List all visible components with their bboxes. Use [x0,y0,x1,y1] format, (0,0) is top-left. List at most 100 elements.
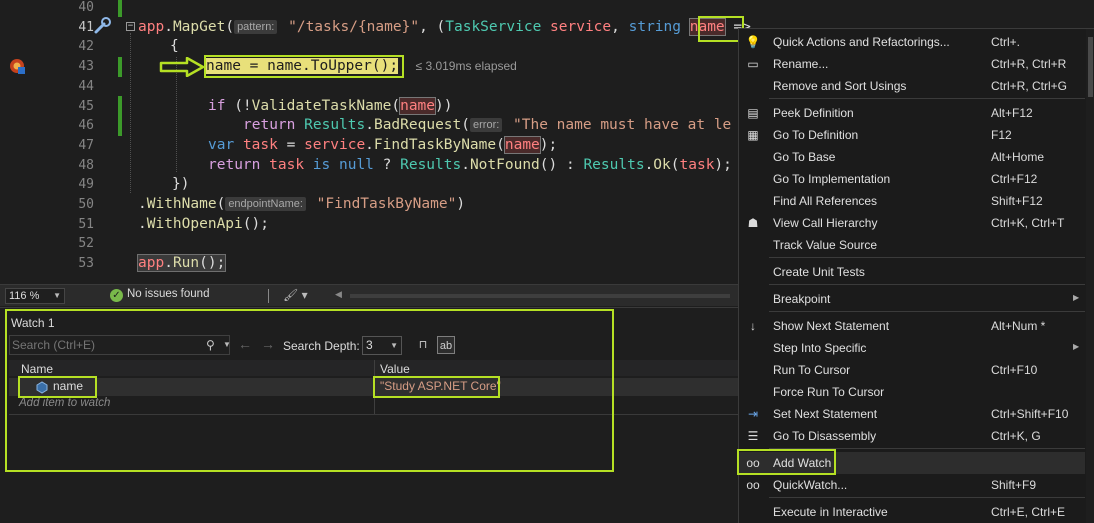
code-token: () : [539,156,584,173]
code-token: FindTaskByName [373,136,497,153]
menu-item-label: Go To Definition [773,128,859,142]
code-line-41[interactable]: app.MapGet(pattern: "/tasks/{name}", (Ta… [138,17,751,38]
menu-item-label: Breakpoint [773,292,831,306]
code-line-50[interactable]: .WithName(endpointName: "FindTaskByName"… [138,195,465,215]
code-token: ( [391,97,401,114]
identifier-reference[interactable]: name [503,135,541,154]
code-token: null [338,156,374,173]
menu-item-step-into-specific[interactable]: Step Into Specific ▶ [739,337,1085,359]
menu-item-go-to-definition[interactable]: ▦ Go To Definition F12 [739,124,1085,146]
check-circle-icon[interactable]: ✓ [110,289,123,302]
code-token: = [277,136,305,153]
menu-item-go-to-disassembly[interactable]: ☰ Go To Disassembly Ctrl+K, G [739,425,1085,447]
code-line-48[interactable]: return task is null ? Results.NotFound()… [208,156,732,176]
menu-item-shortcut: Alt+Num * [991,319,1046,333]
line-number: 42 [78,39,94,55]
menu-item-view-call-hierarchy[interactable]: ☗ View Call Hierarchy Ctrl+K, Ctrl+T [739,212,1085,234]
code-token: . [365,117,374,134]
menu-item-label: Find All References [773,194,878,208]
menu-item-run-to-cursor[interactable]: Run To Cursor Ctrl+F10 [739,359,1085,381]
inlay-hint: endpointName: [225,197,306,211]
menu-item-label: Go To Base [773,150,836,164]
code-token: Results [583,156,645,173]
menu-item-quickwatch[interactable]: oo QuickWatch... Shift+F9 [739,474,1085,496]
line-number: 40 [78,0,94,15]
debug-diagnostic-icon[interactable] [8,57,26,75]
menu-item-breakpoint[interactable]: Breakpoint ▶ [739,288,1085,310]
code-token: ( [225,18,235,35]
menu-item-set-next-statement[interactable]: ⇥ Set Next Statement Ctrl+Shift+F10 [739,403,1085,425]
code-token: var [208,136,235,153]
scrollbar-thumb[interactable] [1088,37,1093,97]
change-margin-bar [118,96,122,136]
menu-item-label: Track Value Source [773,238,878,252]
menu-item-shortcut: Shift+F9 [991,478,1037,492]
code-line-46[interactable]: return Results.BadRequest(error: "The na… [243,116,731,136]
code-token: ( [461,117,471,134]
annotation-box [373,376,500,398]
menu-item-shortcut: F12 [991,128,1012,142]
menu-item-show-next-statement[interactable]: ↓ Show Next Statement Alt+Num * [739,315,1085,337]
code-token: . [164,255,173,272]
context-menu: 💡 Quick Actions and Refactorings... Ctrl+.… [737,28,1094,523]
menu-item-go-to-base[interactable]: Go To Base Alt+Home [739,146,1085,168]
code-token: task [269,156,305,173]
code-token: MapGet [172,18,226,35]
line-number: 51 [78,216,94,232]
glyph-margin[interactable] [0,0,34,283]
menu-item-rename[interactable]: ▭ Rename... Ctrl+R, Ctrl+R [739,53,1085,75]
code-token: ); [714,156,732,173]
menu-item-track-value-source[interactable]: Track Value Source [739,234,1085,256]
watch-panel: Watch 1 ⚲ ▼ ← → Search Depth: 3▼ ⊓ ab Na… [0,307,738,523]
menu-item-label: Remove and Sort Usings [773,79,907,93]
code-token: TaskService [445,18,542,35]
code-line-42[interactable]: { [170,37,179,57]
code-line-47[interactable]: var task = service.FindTaskByName(name); [208,135,557,156]
menu-separator [769,257,1085,258]
menu-item-label: Run To Cursor [773,363,851,377]
annotation-box [737,449,836,475]
menu-item-peek-definition[interactable]: ▤ Peek Definition Alt+F12 [739,102,1085,124]
menu-separator [769,311,1085,312]
fold-toggle[interactable]: − [126,22,135,31]
menu-item-create-unit-tests[interactable]: Create Unit Tests [739,261,1085,283]
zoom-dropdown[interactable]: 116 % ▼ [5,288,65,304]
code-token: "FindTaskByName" [316,196,457,212]
code-token: app [138,255,165,272]
menu-item-label: Quick Actions and Refactorings... [773,35,950,49]
scroll-left-icon[interactable]: ◀ [335,289,342,300]
horizontal-scrollbar[interactable] [350,294,730,298]
code-token: task [242,136,278,153]
code-token: string [628,18,681,35]
menu-item-quick-actions[interactable]: 💡 Quick Actions and Refactorings... Ctrl+. [739,31,1085,53]
menu-item-force-run-to-cursor[interactable]: Force Run To Cursor [739,381,1085,403]
code-line-51[interactable]: .WithOpenApi(); [138,215,269,235]
code-line-49[interactable]: }) [172,175,189,195]
menu-item-remove-sort-usings[interactable]: Remove and Sort Usings Ctrl+R, Ctrl+G [739,75,1085,97]
menu-item-shortcut: Alt+Home [991,150,1045,164]
menu-scrollbar[interactable] [1086,29,1094,523]
code-line-53[interactable]: app.Run(); [136,254,227,274]
code-token: NotFound [469,156,540,173]
line-number: 43 [78,59,94,75]
identifier-reference[interactable]: name [399,96,437,115]
menu-item-label: Go To Implementation [773,172,891,186]
code-line-45[interactable]: if (!ValidateTaskName(name)) [208,96,452,117]
quick-actions-icon[interactable] [93,17,113,35]
menu-item-label: Execute in Interactive [773,505,888,519]
issues-status[interactable]: No issues found [127,288,209,300]
menu-item-label: Set Next Statement [773,407,878,421]
menu-item-find-all-references[interactable]: Find All References Shift+F12 [739,190,1085,212]
line-number: 47 [78,137,94,153]
code-token: return [243,117,296,134]
code-token: ValidateTaskName [251,97,392,114]
code-token: ( [670,156,680,173]
line-number: 46 [78,118,94,134]
zoom-value: 116 % [9,290,40,302]
menu-item-go-to-implementation[interactable]: Go To Implementation Ctrl+F12 [739,168,1085,190]
code-cleanup-icon[interactable]: 🖌 ▾ [283,288,308,302]
code-token: BadRequest [373,117,462,134]
menu-separator [769,98,1085,99]
menu-item-execute-in-interactive[interactable]: Execute in Interactive Ctrl+E, Ctrl+E [739,501,1085,523]
line-number: 52 [78,236,94,252]
